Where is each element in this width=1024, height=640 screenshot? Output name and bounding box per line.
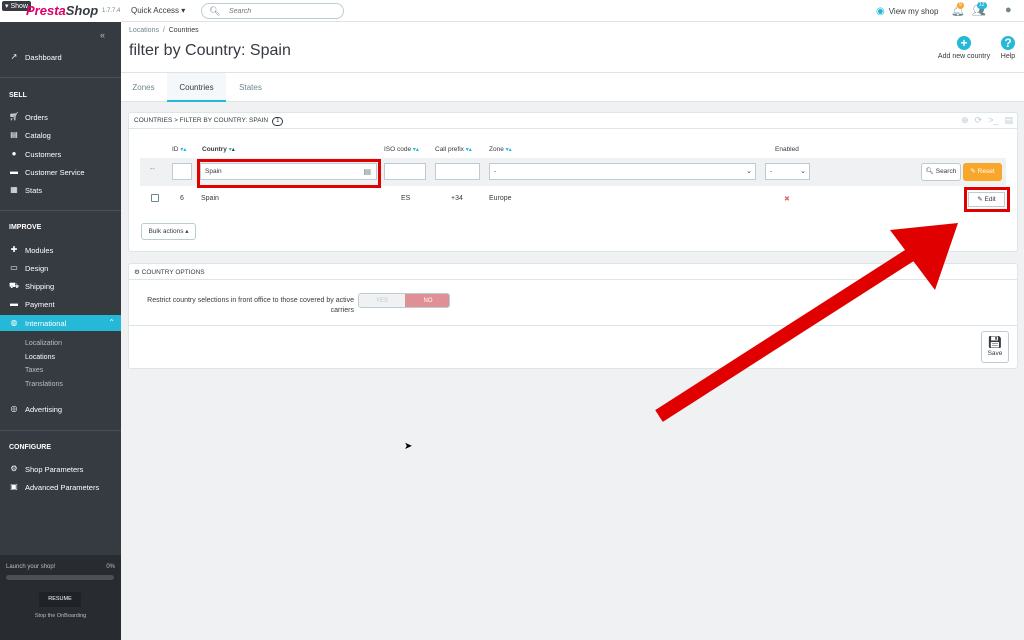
arrow-shaft (655, 244, 922, 422)
mouse-cursor-icon: ➤ (404, 441, 413, 452)
annotation-arrow (655, 223, 958, 422)
